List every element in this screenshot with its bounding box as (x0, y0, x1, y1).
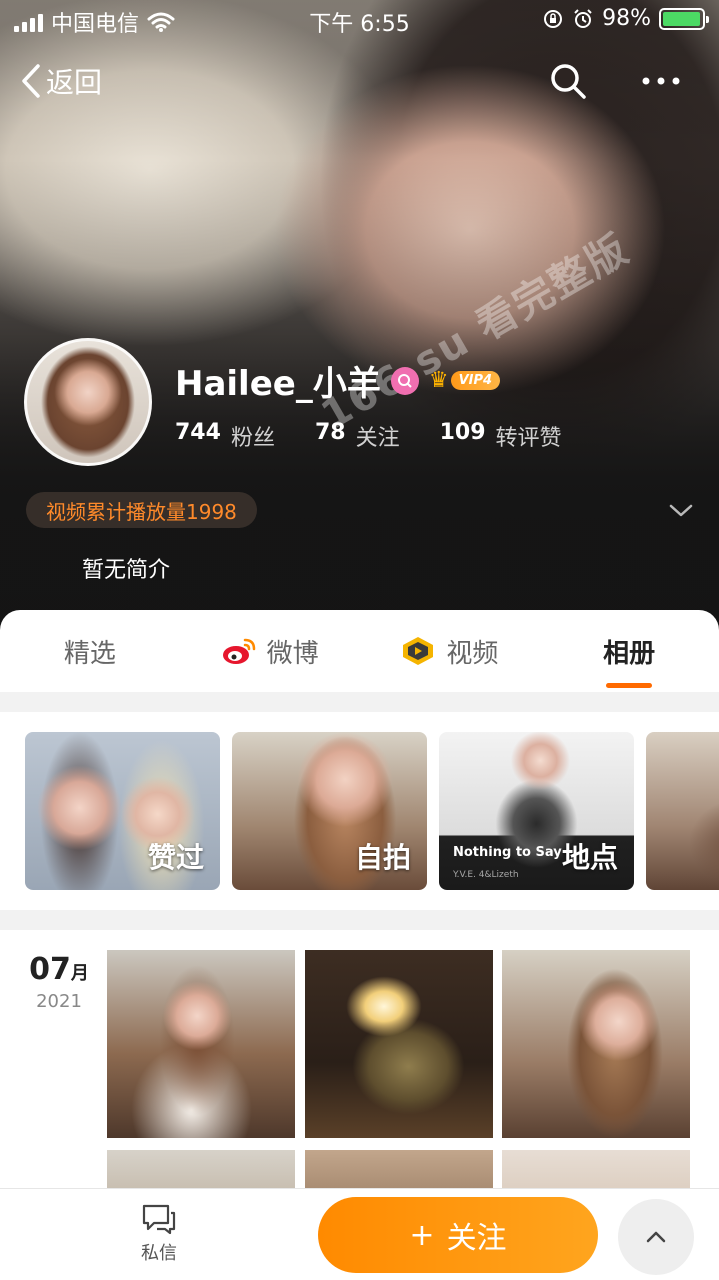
follow-button[interactable]: + 关注 (318, 1197, 598, 1273)
female-icon (390, 366, 419, 395)
timeline-year: 2021 (36, 991, 82, 1012)
tab-album[interactable]: 相册 (539, 610, 719, 692)
vip-level: VIP4 (450, 371, 501, 390)
more-icon[interactable] (636, 61, 686, 101)
profile-name: Hailee_小羊 (175, 364, 381, 404)
photo-thumbnail[interactable] (502, 1150, 690, 1190)
profile-bio: 暂无简介 (82, 558, 171, 583)
scroll-top-button[interactable] (618, 1199, 694, 1275)
tab-label: 相册 (603, 638, 656, 669)
stat-label: 转评赞 (495, 426, 562, 451)
stat-followers[interactable]: 744 粉丝 (175, 420, 275, 452)
album-label: 赞过 (147, 841, 204, 874)
album-row: 赞过 自拍 Nothing to Say Y.V.E. 4&Lizeth 地点 (0, 712, 719, 910)
photo-thumbnail[interactable] (107, 950, 295, 1138)
stat-number: 78 (314, 420, 346, 445)
stat-label: 粉丝 (230, 426, 275, 451)
direct-message-button[interactable]: 私信 (126, 1203, 192, 1265)
dm-label: 私信 (141, 1243, 177, 1264)
battery-percent: 98% (602, 6, 651, 31)
album-liked[interactable]: 赞过 (25, 732, 220, 890)
timeline-month-unit: 月 (70, 963, 89, 984)
photo-timeline: 07月 2021 (0, 930, 719, 1190)
video-plays-badge[interactable]: 视频累计播放量1998 (26, 492, 257, 528)
avatar[interactable] (24, 338, 152, 466)
profile-header: Hailee_小羊 ♛ VIP4 (175, 356, 501, 405)
stat-number: 744 (175, 420, 221, 445)
follow-label: 关注 (446, 1221, 507, 1256)
active-tab-indicator (606, 683, 653, 688)
chevron-left-icon (22, 64, 40, 98)
crown-icon: ♛ (428, 368, 449, 393)
tab-label: 微博 (266, 638, 319, 669)
album-selfie[interactable]: 自拍 (232, 732, 427, 890)
video-icon (403, 637, 434, 665)
album-label: 自拍 (354, 841, 411, 874)
tab-weibo[interactable]: 微博 (180, 610, 360, 692)
message-icon (142, 1204, 176, 1235)
stat-number: 109 (439, 420, 486, 445)
weibo-icon (222, 638, 255, 664)
back-label: 返回 (46, 66, 103, 99)
stat-interactions[interactable]: 109 转评赞 (440, 420, 562, 452)
profile-tabs: 精选 微博 视频 相册 (0, 610, 719, 692)
chevron-down-icon[interactable] (666, 498, 696, 522)
tab-featured[interactable]: 精选 (0, 610, 180, 692)
album-more[interactable] (646, 732, 719, 890)
plus-icon: + (409, 1217, 435, 1253)
tab-label: 精选 (63, 638, 116, 669)
bottom-action-bar: 私信 + 关注 (0, 1188, 719, 1280)
photo-thumbnail[interactable] (107, 1150, 295, 1190)
back-button[interactable]: 返回 (20, 61, 102, 101)
vip-badge[interactable]: ♛ VIP4 (428, 368, 501, 393)
top-nav: 返回 (0, 55, 719, 107)
alarm-icon (574, 8, 592, 28)
album-label: 地点 (561, 841, 618, 874)
tab-video[interactable]: 视频 (360, 610, 540, 692)
album-location[interactable]: Nothing to Say Y.V.E. 4&Lizeth 地点 (439, 732, 634, 890)
search-icon[interactable] (548, 61, 588, 101)
battery-icon (659, 7, 709, 30)
rotation-lock-icon (544, 9, 563, 28)
album-caption: Nothing to Say (453, 845, 562, 860)
stat-label: 关注 (355, 426, 400, 451)
photo-thumbnail[interactable] (305, 1150, 493, 1190)
album-sub-caption: Y.V.E. 4&Lizeth (453, 870, 519, 880)
stat-following[interactable]: 78 关注 (315, 420, 400, 452)
timeline-date: 07月 2021 (28, 952, 90, 1012)
tab-label: 视频 (446, 638, 499, 669)
timeline-month: 07 (29, 952, 71, 987)
photo-thumbnail[interactable] (502, 950, 690, 1138)
chevron-up-icon (646, 1231, 666, 1243)
profile-stats: 744 粉丝 78 关注 109 转评赞 (175, 420, 562, 452)
photo-thumbnail[interactable] (305, 950, 493, 1138)
status-bar: 中国电信 下午 6:55 98% (0, 0, 719, 40)
